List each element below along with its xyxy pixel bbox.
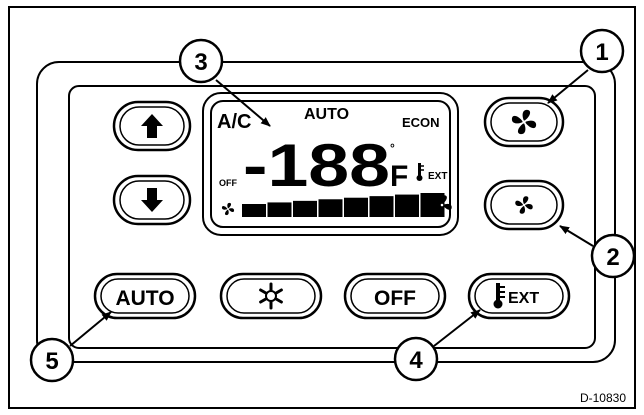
lcd-ext-label: EXT [428,171,447,182]
fan-bar-segment [369,196,394,217]
callout-4: 4 [393,336,439,382]
figure-id: D-10830 [580,391,626,405]
lcd-auto-label: AUTO [304,106,349,123]
ac-snowflake-button[interactable] [219,272,323,320]
ext-temp-button[interactable]: EXT [467,272,571,320]
fan-high-button[interactable] [483,96,565,148]
fan-bar-segment [293,200,317,217]
fan-bar-segment [242,204,266,217]
fan-low-button[interactable] [483,179,565,231]
fan-bar-segment [395,194,419,217]
svg-text:5: 5 [45,348,58,375]
fan-bar-segment [267,202,292,217]
svg-text:1: 1 [595,39,608,66]
callout-1: 1 [579,28,625,74]
lcd-degree-symbol: ° [390,141,395,155]
callout-5: 5 [29,337,75,383]
auto-button-label: AUTO [115,287,174,310]
off-button[interactable]: OFF [343,272,447,320]
ext-button-label: EXT [508,290,539,307]
svg-text:3: 3 [194,49,207,76]
svg-text:2: 2 [606,244,619,271]
lcd-temp-unit: F [390,160,408,193]
temp-down-button[interactable] [112,174,192,226]
fan-bar-segment [318,199,343,217]
callout-3: 3 [178,38,224,84]
temp-up-button[interactable] [112,100,192,152]
callout-2: 2 [590,233,636,279]
fan-bar-segment [344,197,368,217]
lcd-off-label: OFF [219,178,237,188]
auto-button[interactable]: AUTO [93,272,197,320]
lcd-temperature: -188 [243,132,390,199]
lcd-ac-label: A/C [217,111,251,133]
svg-text:4: 4 [409,347,423,374]
off-button-label: OFF [374,287,416,310]
lcd-econ-label: ECON [402,115,440,130]
